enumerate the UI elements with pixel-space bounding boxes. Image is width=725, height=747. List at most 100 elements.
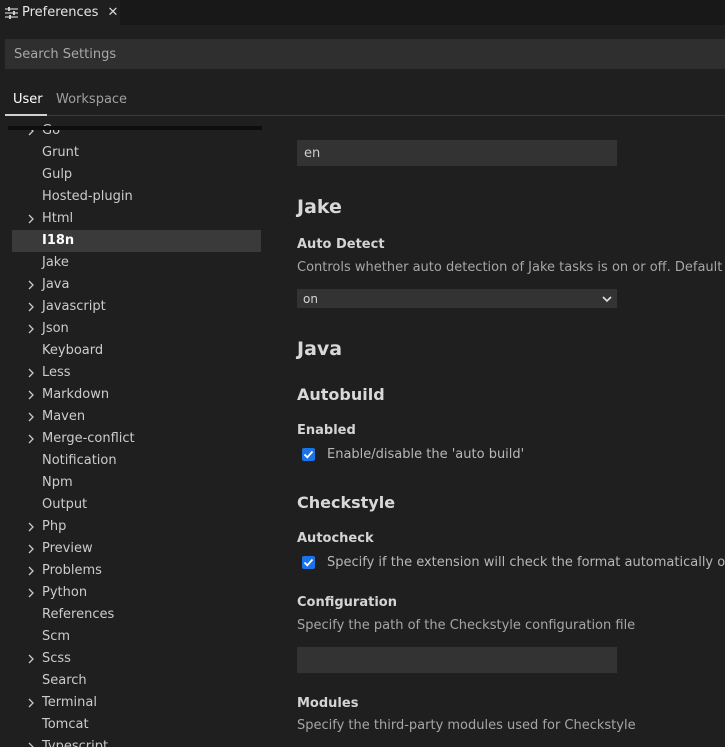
- tree-item[interactable]: Jake: [12, 252, 261, 274]
- chevron-right-icon[interactable]: [27, 412, 36, 422]
- tree-item[interactable]: Html: [12, 208, 261, 230]
- tree-item-label: Problems: [42, 563, 102, 578]
- tree-item-label: Python: [42, 585, 88, 600]
- setting-description-auto-detect: Controls whether auto detection of Jake …: [297, 260, 725, 275]
- tree-item-label: Merge-conflict: [42, 431, 135, 446]
- chevron-right-icon[interactable]: [27, 698, 36, 708]
- tree-item[interactable]: Markdown: [12, 384, 261, 406]
- tree-item-label: Less: [42, 365, 71, 380]
- tree-item-label: Terminal: [42, 695, 97, 710]
- setting-title-auto-detect: Auto Detect: [297, 237, 385, 252]
- tree-item-label: Javascript: [42, 299, 106, 314]
- auto-detect-select-value: on: [303, 291, 318, 306]
- active-tab-indicator: [5, 114, 47, 116]
- settings-scope-tabs: User Workspace: [5, 86, 725, 116]
- setting-title-modules: Modules: [297, 696, 359, 711]
- chevron-down-icon: [602, 293, 612, 303]
- tree-item[interactable]: I18n: [12, 230, 261, 252]
- tree-item[interactable]: Tomcat: [12, 714, 261, 736]
- setting-title-enabled: Enabled: [297, 423, 356, 438]
- chevron-right-icon[interactable]: [27, 522, 36, 532]
- tree-item[interactable]: Preview: [12, 538, 261, 560]
- tab-workspace[interactable]: Workspace: [56, 92, 127, 107]
- preferences-tab[interactable]: Preferences ✕: [0, 0, 120, 25]
- chevron-right-icon[interactable]: [27, 302, 36, 312]
- tree-item[interactable]: Problems: [12, 560, 261, 582]
- autocheck-checkbox-row: Specify if the extension will check the …: [302, 555, 725, 570]
- chevron-right-icon[interactable]: [27, 544, 36, 554]
- chevron-right-icon[interactable]: [27, 654, 36, 664]
- tree-item-label: Output: [42, 497, 88, 512]
- tree-item[interactable]: Terminal: [12, 692, 261, 714]
- tab-user[interactable]: User: [13, 92, 43, 107]
- chevron-right-icon[interactable]: [27, 742, 36, 747]
- checkmark-icon: [303, 558, 314, 567]
- tree-item[interactable]: Scss: [12, 648, 261, 670]
- chevron-right-icon[interactable]: [27, 280, 36, 290]
- autocheck-checkbox-label: Specify if the extension will check the …: [327, 555, 725, 570]
- tree-item[interactable]: Java: [12, 274, 261, 296]
- tree-item-label: Markdown: [42, 387, 110, 402]
- tree-item[interactable]: Hosted-plugin: [12, 186, 261, 208]
- settings-category-tree: Go Grunt Gulp Hosted-plugin Html I18n Jake Java…: [12, 120, 261, 747]
- chevron-right-icon[interactable]: [27, 214, 36, 224]
- preferences-tab-label: Preferences: [22, 5, 99, 20]
- tree-item[interactable]: Php: [12, 516, 261, 538]
- locale-input[interactable]: [297, 140, 617, 166]
- tree-item-label: Maven: [42, 409, 86, 424]
- enabled-checkbox-row: Enable/disable the 'auto build': [302, 447, 524, 462]
- tree-item[interactable]: Grunt: [12, 142, 261, 164]
- tree-item[interactable]: Less: [12, 362, 261, 384]
- tree-item[interactable]: Npm: [12, 472, 261, 494]
- tree-item[interactable]: Go: [12, 120, 261, 142]
- tree-item-label: Keyboard: [42, 343, 104, 358]
- chevron-right-icon[interactable]: [27, 324, 36, 334]
- section-title-java: Java: [297, 338, 343, 360]
- tree-scroll-shadow: [8, 126, 262, 130]
- chevron-right-icon[interactable]: [27, 588, 36, 598]
- tree-item[interactable]: Keyboard: [12, 340, 261, 362]
- tree-item-label: Json: [42, 321, 69, 336]
- configuration-input[interactable]: [297, 647, 617, 673]
- tree-item[interactable]: Search: [12, 670, 261, 692]
- tree-item-label: Hosted-plugin: [42, 189, 133, 204]
- subsection-title-checkstyle: Checkstyle: [297, 493, 396, 512]
- tree-item-label: References: [42, 607, 115, 622]
- enabled-checkbox[interactable]: [302, 448, 315, 461]
- chevron-right-icon[interactable]: [27, 566, 36, 576]
- subsection-title-autobuild: Autobuild: [297, 385, 385, 404]
- tree-item[interactable]: Scm: [12, 626, 261, 648]
- tree-item-label: Notification: [42, 453, 117, 468]
- tree-item-label: Grunt: [42, 145, 79, 160]
- close-icon[interactable]: ✕: [107, 5, 118, 20]
- tree-item-label: Tomcat: [42, 717, 89, 732]
- tree-item[interactable]: Merge-conflict: [12, 428, 261, 450]
- tree-item-label: Typescript: [42, 739, 109, 747]
- tree-item[interactable]: References: [12, 604, 261, 626]
- setting-description-modules: Specify the third-party modules used for…: [297, 718, 636, 733]
- chevron-right-icon[interactable]: [27, 434, 36, 444]
- autocheck-checkbox[interactable]: [302, 556, 315, 569]
- tree-item[interactable]: Python: [12, 582, 261, 604]
- tree-item[interactable]: Notification: [12, 450, 261, 472]
- settings-sliders-icon: [5, 6, 19, 20]
- tree-item[interactable]: Gulp: [12, 164, 261, 186]
- tree-item-label: Jake: [42, 255, 69, 270]
- tree-item-label: Html: [42, 211, 74, 226]
- setting-description-configuration: Specify the path of the Checkstyle confi…: [297, 618, 636, 633]
- setting-title-configuration: Configuration: [297, 595, 397, 610]
- checkmark-icon: [303, 450, 314, 459]
- tree-item-label: Scss: [42, 651, 71, 666]
- tree-item[interactable]: Javascript: [12, 296, 261, 318]
- auto-detect-select[interactable]: on: [297, 289, 617, 308]
- tree-item[interactable]: Typescript: [12, 736, 261, 747]
- tree-item-label: Npm: [42, 475, 73, 490]
- tree-item[interactable]: Output: [12, 494, 261, 516]
- tree-item[interactable]: Json: [12, 318, 261, 340]
- chevron-right-icon[interactable]: [27, 390, 36, 400]
- tree-item[interactable]: Maven: [12, 406, 261, 428]
- search-settings-input[interactable]: [5, 39, 725, 69]
- editor-tab-bar: Preferences ✕: [0, 0, 725, 25]
- chevron-right-icon[interactable]: [27, 368, 36, 378]
- section-title-jake: Jake: [297, 196, 342, 218]
